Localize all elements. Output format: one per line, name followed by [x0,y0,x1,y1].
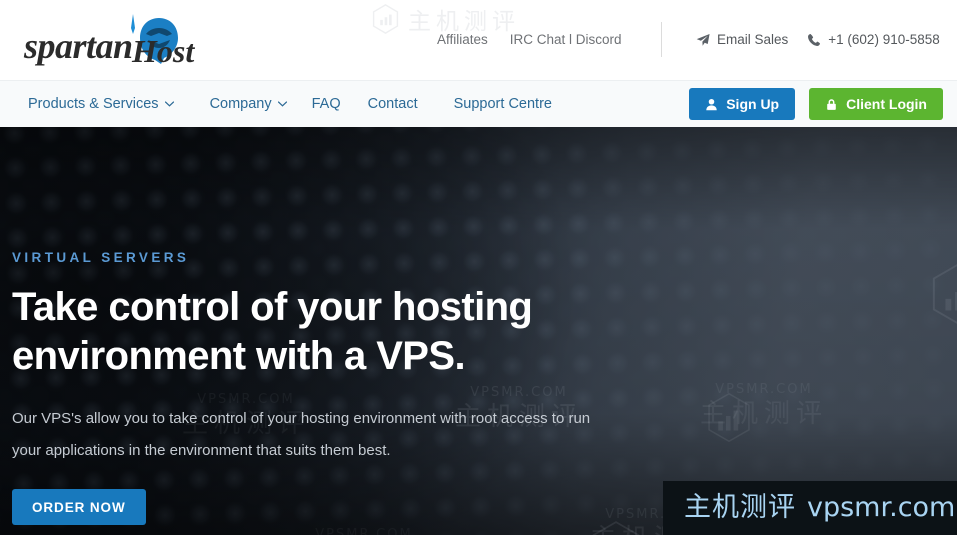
site-watermark-cn: 主机测评 [684,492,796,523]
nav-item-contact[interactable]: Contact [368,96,454,112]
chevron-down-icon [164,100,174,110]
sign-up-label: Sign Up [726,96,780,112]
nav-item-support-centre[interactable]: Support Centre [454,96,552,112]
hero-title: Take control of your hosting environment… [12,285,533,378]
site-watermark-en: vpsmr.com [807,492,956,523]
site-watermark-text: 主机测评 vpsmr.com [684,491,955,525]
header-contact-group: Email Sales +1 (602) 910-5858 [696,30,940,49]
hero-eyebrow: VIRTUAL SERVERS [12,250,190,265]
header-link-irc-chat-discord[interactable]: IRC Chat l Discord [510,31,622,49]
hero-section: VPSMR.COM 主机测评 VPSMR.COM 主机测评 VPSMR.COM … [0,127,957,535]
phone-number-label: +1 (602) 910-5858 [828,32,940,47]
header-link-affiliates[interactable]: Affiliates [437,31,488,49]
sign-up-button[interactable]: Sign Up [689,88,796,120]
nav-action-buttons: Sign Up Client Login [689,88,943,120]
top-header-bar: 主机测评 spartan Host Affiliates IRC Chat l … [0,0,957,80]
lock-icon [825,98,838,111]
email-sales-link[interactable]: Email Sales [696,30,788,49]
client-login-button[interactable]: Client Login [809,88,943,120]
paper-plane-icon [696,33,710,47]
hero-subtitle: Our VPS's allow you to take control of y… [12,410,591,459]
phone-number-link[interactable]: +1 (602) 910-5858 [807,30,940,49]
header-links: Affiliates IRC Chat l Discord [437,31,622,49]
main-navigation-bar: Products & Services Company FAQ Contact … [0,80,957,127]
order-now-button[interactable]: ORDER NOW [12,489,146,525]
nav-label-faq: FAQ [311,96,341,112]
site-logo[interactable]: spartan Host [14,8,214,70]
header-divider [661,22,662,57]
nav-label-support-centre: Support Centre [453,96,552,112]
phone-icon [807,33,821,47]
nav-label-company: Company [209,96,272,112]
nav-label-contact: Contact [367,96,418,112]
nav-items: Products & Services Company FAQ Contact … [28,96,552,112]
site-watermark-panel: 主机测评 vpsmr.com [663,481,957,535]
nav-item-products-services[interactable]: Products & Services [28,96,210,112]
nav-label-products-services: Products & Services [28,96,159,112]
chevron-down-icon [277,100,287,110]
watermark-hex-icon [372,4,399,34]
user-icon [705,98,718,111]
nav-item-company[interactable]: Company [210,96,312,112]
client-login-label: Client Login [846,96,927,112]
svg-text:spartan: spartan [23,26,133,66]
email-sales-label: Email Sales [717,32,789,47]
page-root: 主机测评 spartan Host Affiliates IRC Chat l … [0,0,957,535]
svg-text:Host: Host [131,33,195,69]
hero-content: VIRTUAL SERVERS Take control of your hos… [12,127,712,525]
nav-item-faq[interactable]: FAQ [312,96,368,112]
